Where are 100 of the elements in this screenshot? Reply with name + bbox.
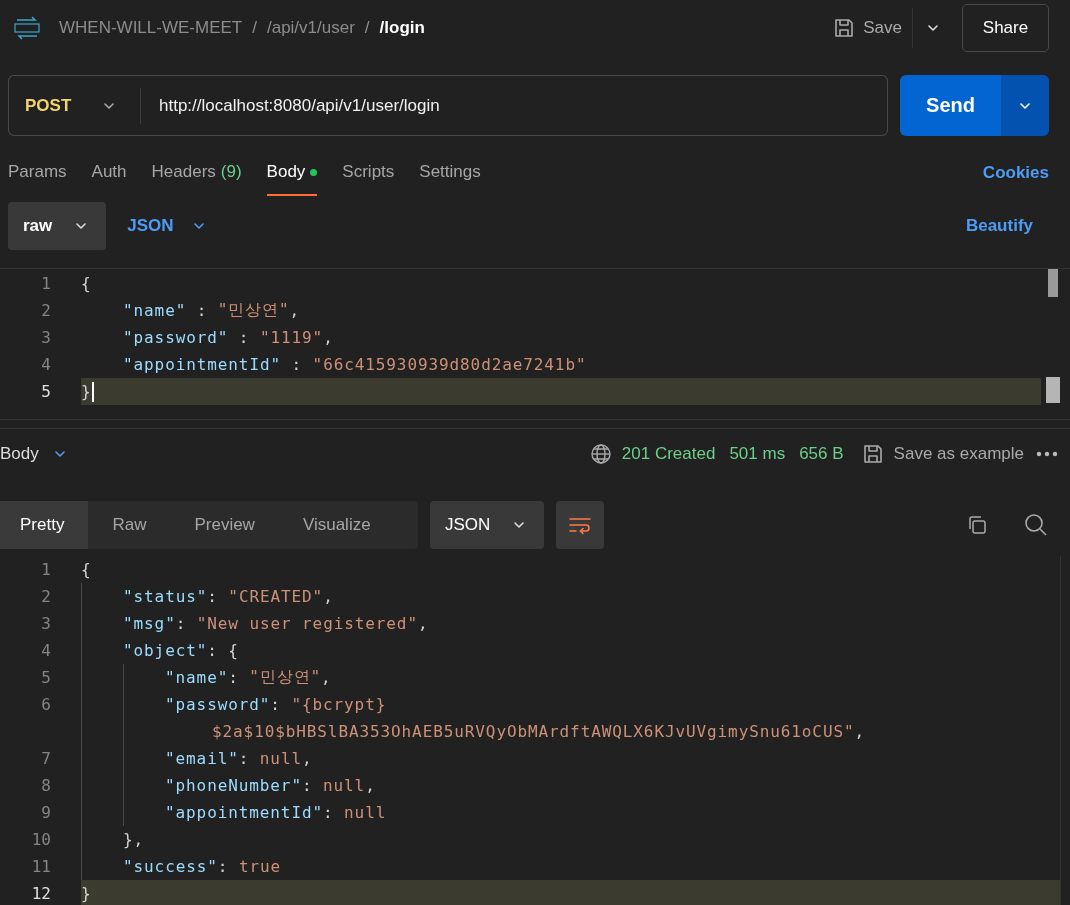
view-mode-tab[interactable]: Preview [170,501,279,549]
code-token: "{bcrypt} [291,695,387,714]
view-mode-tab[interactable]: Pretty [0,501,89,549]
code-token: "name" [165,668,229,687]
beautify-button[interactable]: Beautify [965,216,1033,236]
code-token: "appointmentId" [123,355,281,374]
request-tab[interactable]: Auth [91,150,127,196]
request-tab[interactable]: Scripts [342,150,395,196]
code-token: null [259,749,302,768]
line-number: 3 [40,328,52,347]
code-token: , [321,668,332,687]
code-token: "object" [123,641,208,660]
code-token: "success" [123,857,218,876]
code-token: , [323,328,334,347]
line-number: 11 [30,857,52,876]
globe-icon [589,443,612,465]
code-token: } [81,382,92,401]
text-cursor [91,381,94,402]
search-icon [1024,513,1048,537]
save-as-example-button[interactable]: Save as example [855,442,1030,466]
line-number: 1 [40,274,52,293]
code-token: "phoneNumber" [165,776,302,795]
send-button[interactable]: Send [900,75,1001,136]
code-token: "New user registered" [196,614,418,633]
code-token: }, [123,830,145,849]
code-token: : [270,695,282,714]
code-token: : [228,668,240,687]
copy-icon [966,514,988,536]
code-token: "1119" [259,328,324,347]
code-token: "status" [123,587,208,606]
copy-button[interactable] [966,514,988,536]
more-icon [1036,450,1058,458]
code-token: "CREATED" [228,587,324,606]
wrap-lines-button[interactable] [556,501,605,549]
code-token: , [417,614,429,633]
code-token: "민상연" [217,300,290,321]
request-tab[interactable]: Params [8,150,67,196]
format-dropdown[interactable]: JSON [430,501,545,549]
code-token: null [323,776,366,795]
code-token: "66c415930939d80d2ae7241b" [312,355,587,374]
line-number: 4 [40,355,52,374]
breadcrumb-link[interactable]: /api/v1/user [266,17,355,38]
code-token: "password" [123,328,229,347]
code-token: , [301,749,313,768]
line-number: 5 [40,668,52,687]
scrollbar-thumb[interactable] [1048,269,1058,297]
save-icon [833,16,856,39]
code-token: "password" [165,695,271,714]
status-code: 201 Created [621,444,716,464]
breadcrumb-separator: / [364,17,370,38]
scrollbar-thumb[interactable] [1046,377,1060,403]
save-button[interactable]: Save [823,16,912,39]
line-number: 2 [40,301,52,320]
line-number: 5 [40,382,52,401]
search-button[interactable] [1024,513,1048,537]
code-token: "민상연" [249,667,322,688]
breadcrumb-link[interactable]: /login [379,17,425,38]
language-dropdown[interactable]: JSON [121,215,212,237]
view-mode-tab[interactable]: Raw [88,501,171,549]
line-number: 7 [40,749,52,768]
share-button[interactable]: Share [962,3,1049,52]
line-number: 4 [40,641,52,660]
code-token: : [290,355,304,374]
wrap-lines-icon [568,515,593,535]
code-token: } [81,884,92,903]
more-options-button[interactable] [1036,450,1058,458]
code-token: : [207,587,219,606]
line-number: 3 [40,614,52,633]
code-token: , [365,776,376,795]
code-token: : [238,749,251,768]
code-token: , [323,587,334,606]
code-token: "name" [123,301,187,320]
request-tab[interactable]: Settings [419,150,481,196]
breadcrumb-link[interactable]: WHEN-WILL-WE-MEET [59,17,243,38]
body-mode-dropdown[interactable]: raw [8,202,107,250]
code-token: : [301,776,314,795]
line-number: 12 [30,884,52,903]
breadcrumb-separator: / [252,17,257,38]
code-token: "email" [165,749,239,768]
code-token: : [237,328,251,347]
line-number: 10 [30,830,52,849]
response-time: 501 ms [729,444,786,464]
code-token: $2a$10$bHBSlBA353OhAEB5uRVQyObMArdftAWQLX6KJvUVgimySnu61oCUS" [212,722,855,741]
view-mode-tab[interactable]: Visualize [278,501,395,549]
response-section-dropdown[interactable]: Body [0,444,67,464]
code-token: : [217,857,230,876]
line-number: 9 [40,803,52,822]
cookies-link[interactable]: Cookies [982,150,1049,196]
line-number: 8 [40,776,52,795]
request-tab[interactable]: Headers (9) [151,150,242,196]
code-token: : [323,803,335,822]
code-token: { [81,560,92,579]
code-token: { [81,274,92,293]
code-token: null [344,803,387,822]
code-token: , [289,301,301,320]
request-tab[interactable]: Body [266,150,318,196]
code-token: "msg" [123,614,176,633]
code-token: : [175,614,188,633]
http-icon [14,15,40,40]
code-token: : [195,301,209,320]
